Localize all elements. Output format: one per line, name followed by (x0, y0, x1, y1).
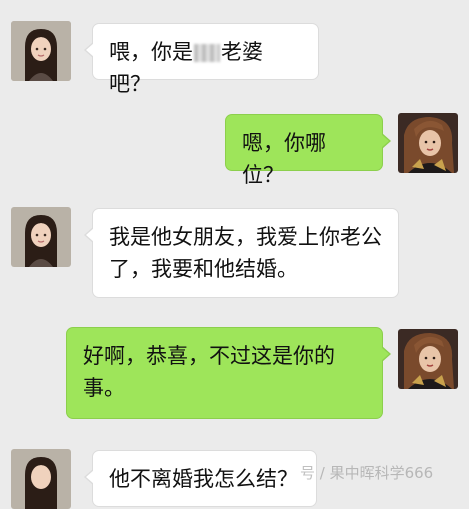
my-avatar[interactable] (398, 329, 458, 389)
woman-long-hair-avatar-icon (11, 21, 71, 81)
my-avatar[interactable] (398, 113, 458, 173)
message-text: 喂，你是 (109, 40, 193, 64)
woman-portrait-avatar-icon (398, 329, 458, 389)
message-text: 嗯，你哪位？ (242, 131, 326, 187)
woman-long-hair-avatar-icon (11, 207, 71, 267)
contact-avatar[interactable] (11, 21, 71, 81)
message-text: 好啊，恭喜，不过这是你的事。 (83, 344, 335, 400)
redacted-name (194, 44, 220, 62)
contact-avatar[interactable] (11, 207, 71, 267)
message-text: 我是他女朋友，我爱上你老公了，我要和他结婚。 (109, 225, 382, 281)
chat-conversation: 喂，你是 老婆吧？ 嗯，你哪位？ 我是他女朋友，我爱上你老公了，我要和他结婚。 … (0, 0, 469, 509)
message-text: 他不离婚我怎么结？ (109, 467, 298, 491)
message-bubble-incoming[interactable]: 他不离婚我怎么结？ (84, 450, 317, 507)
woman-long-hair-avatar-icon (11, 449, 71, 509)
message-bubble-incoming[interactable]: 喂，你是 老婆吧？ (84, 23, 319, 96)
message-bubble-outgoing[interactable]: 好啊，恭喜，不过这是你的事。 (66, 327, 391, 419)
message-bubble-outgoing[interactable]: 嗯，你哪位？ (225, 114, 391, 187)
woman-portrait-avatar-icon (398, 113, 458, 173)
message-bubble-incoming[interactable]: 我是他女朋友，我爱上你老公了，我要和他结婚。 (84, 208, 399, 298)
contact-avatar[interactable] (11, 449, 71, 509)
watermark: 号 / 果中晖科学666 (300, 464, 434, 482)
